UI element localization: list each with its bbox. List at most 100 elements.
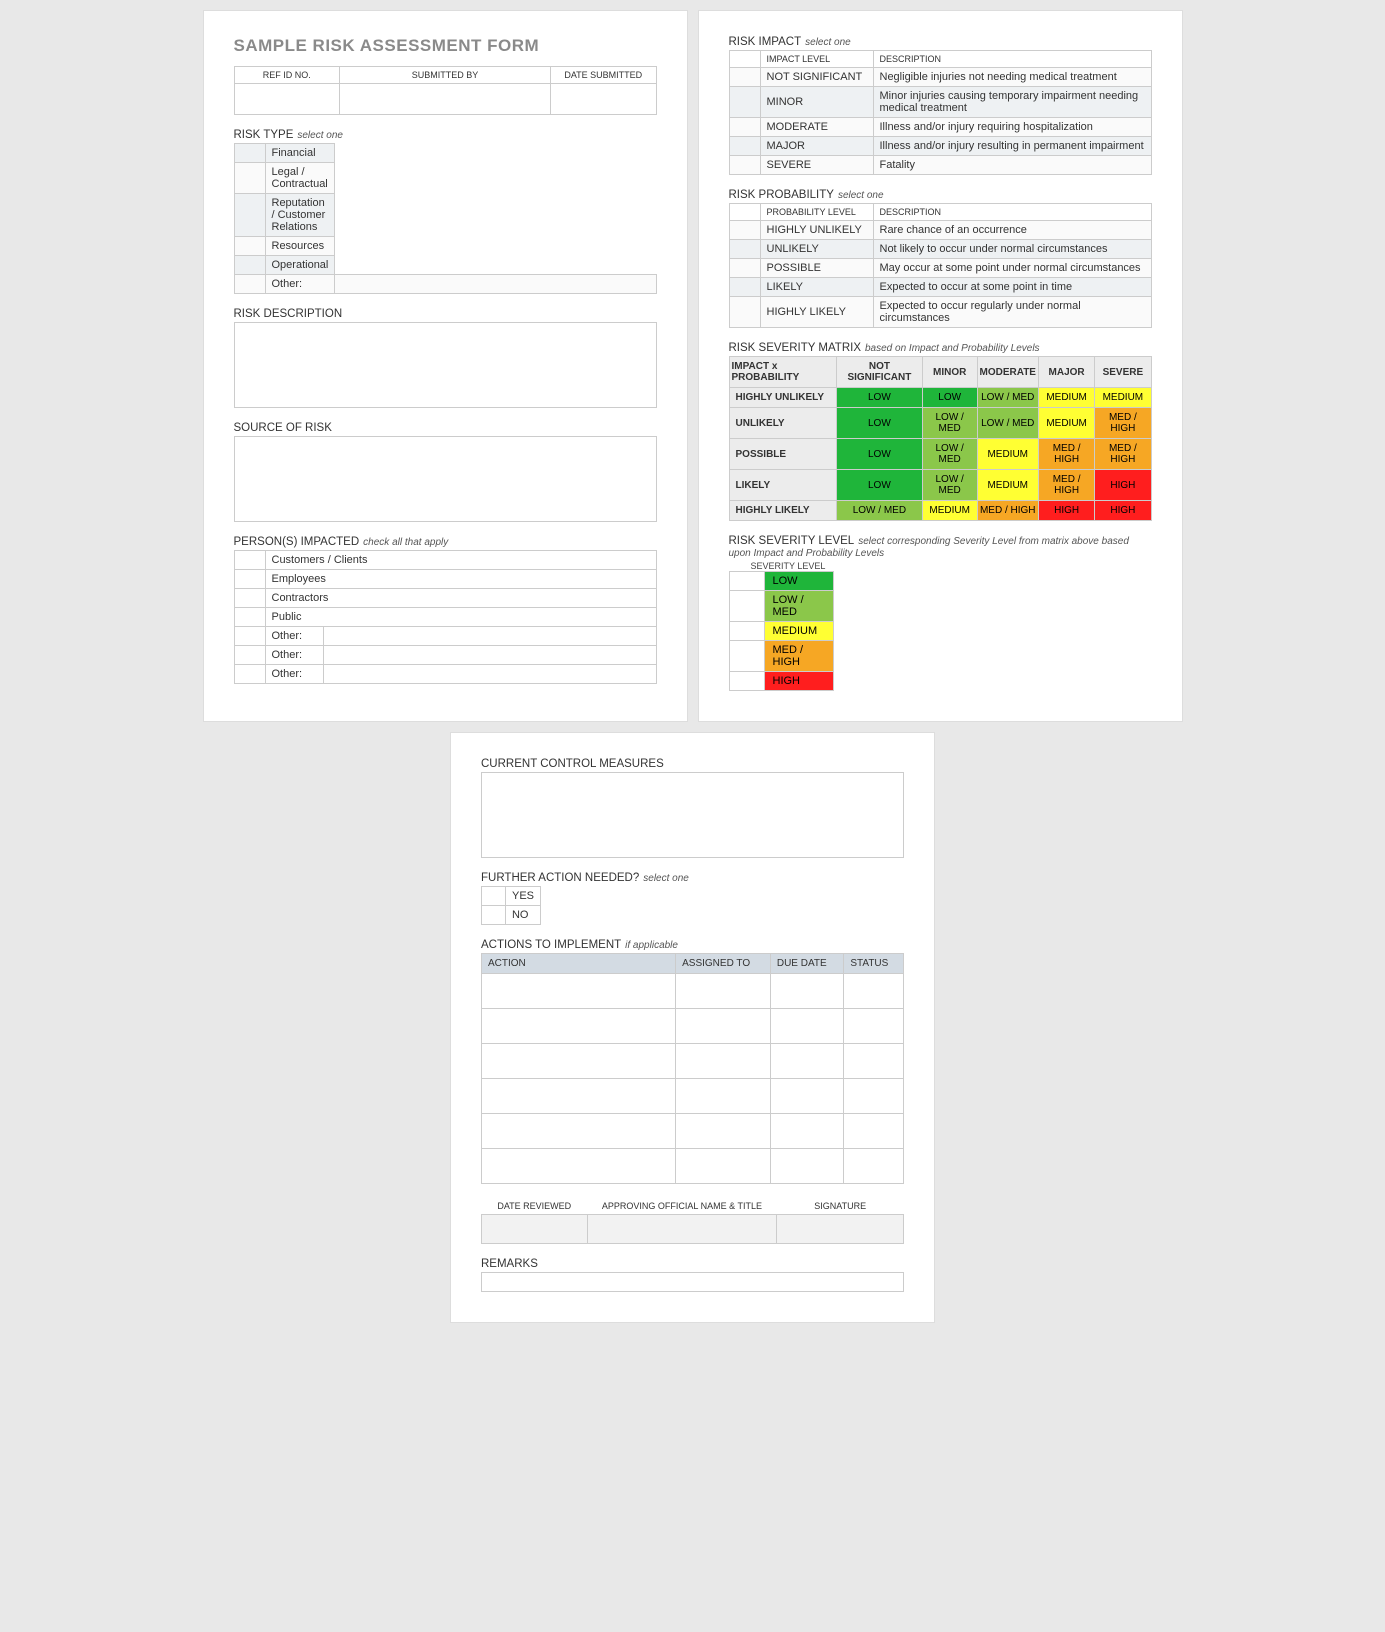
actions-table: ACTIONASSIGNED TODUE DATESTATUS <box>481 953 904 1184</box>
remarks-input[interactable] <box>482 1273 904 1292</box>
action-cell[interactable] <box>482 1149 676 1184</box>
impact-check[interactable] <box>729 68 760 87</box>
matrix-hint: based on Impact and Probability Levels <box>865 343 1040 354</box>
risktype-check[interactable] <box>234 163 265 194</box>
matrix-cell: MED / HIGH <box>1038 470 1094 501</box>
risktype-title: RISK TYPE <box>234 129 294 141</box>
riskdesc-title: RISK DESCRIPTION <box>234 308 343 320</box>
impact-desc: Illness and/or injury requiring hospital… <box>873 118 1151 137</box>
controls-input[interactable] <box>482 773 904 858</box>
status-cell[interactable] <box>844 1044 904 1079</box>
so-approver-input[interactable] <box>587 1215 777 1244</box>
so-approver: APPROVING OFFICIAL NAME & TITLE <box>602 1201 762 1211</box>
matrix-rowhead: LIKELY <box>729 470 836 501</box>
impact-check[interactable] <box>729 118 760 137</box>
further-no-check[interactable] <box>482 906 506 925</box>
persons-check[interactable] <box>234 551 265 570</box>
assigned-cell[interactable] <box>676 1149 771 1184</box>
prob-check[interactable] <box>729 221 760 240</box>
assigned-cell[interactable] <box>676 974 771 1009</box>
so-sig-input[interactable] <box>777 1215 904 1244</box>
risktype-check[interactable] <box>234 144 265 163</box>
duedate-cell[interactable] <box>770 1149 844 1184</box>
status-cell[interactable] <box>844 974 904 1009</box>
input-datesubmitted[interactable] <box>551 84 657 115</box>
risktype-check[interactable] <box>234 237 265 256</box>
duedate-cell[interactable] <box>770 974 844 1009</box>
prob-table: PROBABILITY LEVELDESCRIPTIONHIGHLY UNLIK… <box>729 203 1152 328</box>
sev-item: MED / HIGH <box>764 641 833 672</box>
sev-check[interactable] <box>729 622 764 641</box>
source-title: SOURCE OF RISK <box>234 422 332 434</box>
matrix-title: RISK SEVERITY MATRIX <box>729 342 862 354</box>
persons-check[interactable] <box>234 627 265 646</box>
source-input[interactable] <box>234 437 656 522</box>
prob-check[interactable] <box>729 278 760 297</box>
further-yes-check[interactable] <box>482 887 506 906</box>
so-date-input[interactable] <box>482 1215 588 1244</box>
status-cell[interactable] <box>844 1079 904 1114</box>
action-cell[interactable] <box>482 1079 676 1114</box>
persons-check[interactable] <box>234 608 265 627</box>
matrix-cell: MEDIUM <box>977 470 1038 501</box>
assigned-cell[interactable] <box>676 1009 771 1044</box>
matrix-cell: LOW <box>922 388 977 408</box>
sev-item: LOW <box>764 572 833 591</box>
sev-check[interactable] <box>729 572 764 591</box>
remarks-title: REMARKS <box>481 1258 538 1270</box>
action-cell[interactable] <box>482 1009 676 1044</box>
duedate-cell[interactable] <box>770 1009 844 1044</box>
matrix-cell: LOW / MED <box>922 408 977 439</box>
sev-item: MEDIUM <box>764 622 833 641</box>
persons-hint: check all that apply <box>363 537 448 548</box>
persons-item: Customers / Clients <box>265 551 656 570</box>
duedate-cell[interactable] <box>770 1079 844 1114</box>
risktype-check[interactable] <box>234 256 265 275</box>
impact-level: MAJOR <box>760 137 873 156</box>
action-cell[interactable] <box>482 1044 676 1079</box>
persons-check[interactable] <box>234 646 265 665</box>
prob-desc: Not likely to occur under normal circums… <box>873 240 1151 259</box>
sev-title: RISK SEVERITY LEVEL <box>729 535 855 547</box>
action-cell[interactable] <box>482 974 676 1009</box>
prob-check[interactable] <box>729 240 760 259</box>
persons-title: PERSON(S) IMPACTED <box>234 536 360 548</box>
matrix-cell: MED / HIGH <box>1038 439 1094 470</box>
persons-other-input[interactable] <box>323 646 656 665</box>
sev-check[interactable] <box>729 591 764 622</box>
prob-check[interactable] <box>729 297 760 328</box>
persons-check[interactable] <box>234 665 265 684</box>
persons-check[interactable] <box>234 589 265 608</box>
impact-check[interactable] <box>729 156 760 175</box>
duedate-cell[interactable] <box>770 1044 844 1079</box>
impact-check[interactable] <box>729 87 760 118</box>
status-cell[interactable] <box>844 1149 904 1184</box>
persons-other-input[interactable] <box>323 627 656 646</box>
assigned-cell[interactable] <box>676 1044 771 1079</box>
impact-check[interactable] <box>729 137 760 156</box>
input-refid[interactable] <box>234 84 340 115</box>
status-cell[interactable] <box>844 1114 904 1149</box>
matrix-rowhead: HIGHLY LIKELY <box>729 501 836 521</box>
prob-check[interactable] <box>729 259 760 278</box>
matrix-rowhead: HIGHLY UNLIKELY <box>729 388 836 408</box>
riskdesc-input[interactable] <box>234 323 656 408</box>
assigned-cell[interactable] <box>676 1079 771 1114</box>
persons-check[interactable] <box>234 570 265 589</box>
assigned-cell[interactable] <box>676 1114 771 1149</box>
action-cell[interactable] <box>482 1114 676 1149</box>
sev-check[interactable] <box>729 672 764 691</box>
matrix-cell: LOW <box>836 388 922 408</box>
risktype-item: Financial <box>265 144 335 163</box>
impact-title: RISK IMPACT <box>729 36 802 48</box>
risktype-other-input[interactable] <box>335 275 656 294</box>
input-submittedby[interactable] <box>340 84 551 115</box>
risktype-check[interactable] <box>234 275 265 294</box>
status-cell[interactable] <box>844 1009 904 1044</box>
risktype-check[interactable] <box>234 194 265 237</box>
h-refid: REF ID NO. <box>263 70 311 80</box>
risktype-hint: select one <box>297 130 343 141</box>
duedate-cell[interactable] <box>770 1114 844 1149</box>
persons-other-input[interactable] <box>323 665 656 684</box>
sev-check[interactable] <box>729 641 764 672</box>
